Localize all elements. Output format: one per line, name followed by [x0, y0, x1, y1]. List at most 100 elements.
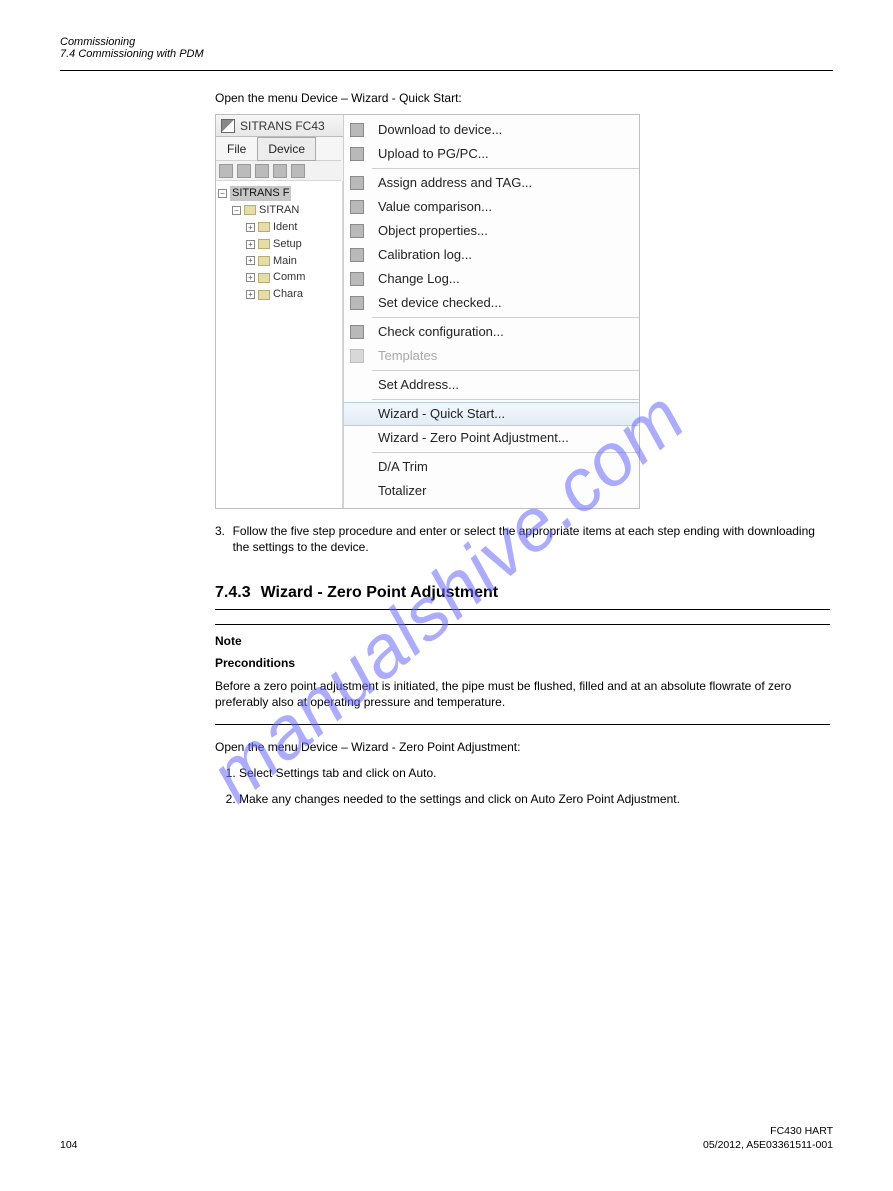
- menu-separator: [372, 370, 639, 371]
- menu-item-label: Set Address...: [378, 376, 459, 394]
- folder-icon: [258, 273, 270, 283]
- section-para: Open the menu Device – Wizard - Zero Poi…: [215, 739, 830, 755]
- menu-item-upload-to-pgpc[interactable]: Upload to PG/PC...: [344, 142, 639, 166]
- section-7-4-3: 7.4.3 Wizard - Zero Point Adjustment Not…: [215, 582, 830, 808]
- check-icon: [350, 296, 364, 310]
- tree-child[interactable]: − SITRAN: [218, 202, 342, 219]
- tree-item-label: Chara: [273, 287, 303, 302]
- step-text: Follow the five step procedure and enter…: [233, 523, 830, 555]
- upload-icon: [350, 147, 364, 161]
- templates-icon: [350, 349, 364, 363]
- menu-item-set-address[interactable]: Set Address...: [344, 373, 639, 397]
- tree-item-label: Setup: [273, 237, 302, 252]
- log-icon: [350, 248, 364, 262]
- toolbar: [216, 161, 341, 181]
- properties-icon: [350, 224, 364, 238]
- folder-icon: [258, 290, 270, 300]
- window-title-text: SITRANS FC43: [240, 118, 325, 134]
- step-3: 3. Follow the five step procedure and en…: [215, 523, 830, 555]
- menu-item-change-log[interactable]: Change Log...: [344, 267, 639, 291]
- menu-item-label: Calibration log...: [378, 246, 472, 264]
- section-steps: Select Settings tab and click on Auto. M…: [239, 765, 830, 807]
- menu-device[interactable]: Device: [257, 137, 316, 161]
- section-title: Wizard - Zero Point Adjustment: [261, 582, 498, 604]
- page-footer: FC430 HART 104 05/2012, A5E03361511-001: [60, 1125, 833, 1151]
- menu-item-value-comparison[interactable]: Value comparison...: [344, 195, 639, 219]
- note-box: Note Preconditions Before a zero point a…: [215, 624, 830, 725]
- app-icon: [221, 119, 235, 133]
- footer-right-sub: 05/2012, A5E03361511-001: [703, 1139, 833, 1151]
- tree-root-label: SITRANS F: [230, 186, 291, 201]
- tree-item[interactable]: + Main: [218, 253, 342, 270]
- expand-icon[interactable]: +: [246, 256, 255, 265]
- menu-file[interactable]: File: [216, 137, 257, 161]
- print-icon[interactable]: [237, 164, 251, 178]
- menu-separator: [372, 168, 639, 169]
- tree-item[interactable]: + Ident: [218, 219, 342, 236]
- menu-item-calibration-log[interactable]: Calibration log...: [344, 243, 639, 267]
- menu-separator: [372, 452, 639, 453]
- collapse-icon[interactable]: −: [218, 189, 227, 198]
- menu-item-set-device-checked[interactable]: Set device checked...: [344, 291, 639, 315]
- tag-icon: [350, 176, 364, 190]
- tree-item[interactable]: +Comm: [218, 269, 342, 286]
- menu-item-totalizer[interactable]: Totalizer: [344, 479, 639, 503]
- menu-item-wizard-zero-point[interactable]: Wizard - Zero Point Adjustment...: [344, 426, 639, 450]
- menu-item-object-properties[interactable]: Object properties...: [344, 219, 639, 243]
- balance-icon: [350, 200, 364, 214]
- menu-item-label: Assign address and TAG...: [378, 174, 532, 192]
- tree-item-label: Main: [273, 254, 297, 269]
- header-left-sub: 7.4 Commissioning with PDM: [60, 48, 204, 60]
- download-icon[interactable]: [255, 164, 269, 178]
- menu-item-check-configuration[interactable]: Check configuration...: [344, 320, 639, 344]
- menu-item-da-trim[interactable]: D/A Trim: [344, 455, 639, 479]
- menu-item-templates: Templates: [344, 344, 639, 368]
- folder-icon: [244, 205, 256, 215]
- intro-text: Open the menu Device – Wizard - Quick St…: [215, 90, 830, 106]
- expand-icon[interactable]: +: [246, 290, 255, 299]
- tree-root[interactable]: − SITRANS F: [218, 185, 342, 202]
- download-icon: [350, 123, 364, 137]
- menu-item-download-to-device[interactable]: Download to device...: [344, 118, 639, 142]
- collapse-icon[interactable]: −: [232, 206, 241, 215]
- tree-item[interactable]: + Setup: [218, 236, 342, 253]
- menu-item-label: Wizard - Zero Point Adjustment...: [378, 429, 569, 447]
- header-left-title: Commissioning: [60, 36, 204, 48]
- nav-tree: − SITRANS F − SITRAN + Ident + Setup + Main…: [216, 181, 343, 508]
- upload-icon[interactable]: [273, 164, 287, 178]
- menu-item-label: Templates: [378, 347, 437, 365]
- footer-right-title: FC430 HART: [770, 1125, 833, 1137]
- page-number: 104: [60, 1139, 78, 1151]
- config-icon: [350, 325, 364, 339]
- step-item: Select Settings tab and click on Auto.: [239, 765, 830, 781]
- menu-separator: [372, 317, 639, 318]
- section-rule: [215, 609, 830, 610]
- menu-item-label: Totalizer: [378, 482, 426, 500]
- expand-icon[interactable]: +: [246, 223, 255, 232]
- menu-item-assign-address[interactable]: Assign address and TAG...: [344, 171, 639, 195]
- menubar: File Device: [216, 137, 341, 161]
- expand-icon[interactable]: +: [246, 240, 255, 249]
- menu-item-label: Object properties...: [378, 222, 488, 240]
- tree-item-label: Ident: [273, 220, 297, 235]
- save-icon[interactable]: [219, 164, 233, 178]
- note-body: Before a zero point adjustment is initia…: [215, 678, 830, 710]
- menu-item-label: Set device checked...: [378, 294, 502, 312]
- menu-item-wizard-quick-start[interactable]: Wizard - Quick Start...: [344, 402, 639, 426]
- menu-item-label: Download to device...: [378, 121, 502, 139]
- tool-icon[interactable]: [291, 164, 305, 178]
- note-title: Note: [215, 633, 830, 649]
- menu-item-label: Check configuration...: [378, 323, 504, 341]
- folder-icon: [258, 256, 270, 266]
- folder-icon: [258, 239, 270, 249]
- step-item: Make any changes needed to the settings …: [239, 791, 830, 807]
- note-subtitle: Preconditions: [215, 655, 830, 671]
- step-number: 3.: [215, 523, 227, 555]
- header-left: Commissioning 7.4 Commissioning with PDM: [60, 36, 204, 60]
- expand-icon[interactable]: +: [246, 273, 255, 282]
- header-rule: [60, 70, 833, 71]
- section-number: 7.4.3: [215, 582, 251, 604]
- device-dropdown-menu: Download to device... Upload to PG/PC...…: [343, 115, 639, 508]
- tree-child-label: SITRAN: [259, 203, 299, 218]
- tree-item[interactable]: + Chara: [218, 286, 342, 303]
